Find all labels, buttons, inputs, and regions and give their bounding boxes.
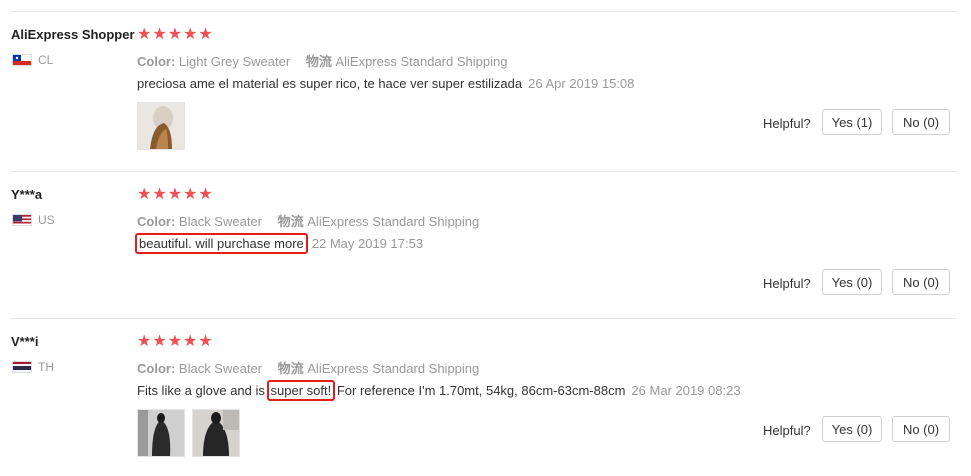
divider: [10, 318, 956, 319]
shipping-value: AliExpress Standard Shipping: [335, 54, 508, 69]
country-code: TH: [38, 360, 54, 374]
star-icon: ★: [167, 333, 183, 350]
review-text-line: Fits like a glove and is super soft! For…: [137, 380, 741, 401]
review-meta: Color: Light Grey Sweater 物流 AliExpress …: [137, 51, 507, 70]
color-value: Light Grey Sweater: [178, 54, 291, 69]
review-date: 22 May 2019 17:53: [311, 236, 424, 251]
star-icon: ★: [137, 333, 152, 350]
star-icon: ★: [152, 333, 167, 350]
helpful-label: Helpful?: [763, 276, 811, 291]
color-label: Color:: [137, 361, 176, 376]
color-label: Color:: [137, 54, 176, 69]
reviewer-country: US: [12, 213, 55, 227]
helpful-yes-button[interactable]: Yes (0): [822, 416, 882, 442]
thailand-flag-icon: [12, 361, 32, 373]
reviewer-name: V***i: [11, 334, 39, 349]
reviewer-name: Y***a: [11, 187, 43, 202]
star-icon: ★: [152, 26, 167, 43]
star-icon: ★: [137, 186, 152, 203]
review-meta: Color: Black Sweater 物流 AliExpress Stand…: [137, 211, 479, 230]
review-text: preciosa ame el material es super rico, …: [137, 76, 523, 91]
star-icon: ★: [198, 186, 213, 203]
color-label: Color:: [137, 214, 176, 229]
shipping-label: 物流: [277, 214, 304, 229]
reviewer-name: AliExpress Shopper: [11, 27, 135, 42]
review-photo[interactable]: [192, 409, 240, 457]
usa-flag-icon: [12, 214, 32, 226]
review-text: For reference I'm 1.70mt, 54kg, 86cm-63c…: [333, 383, 626, 398]
rating-stars: ★ ★ ★ ★ ★: [137, 187, 213, 203]
star-icon: ★: [183, 26, 198, 43]
rating-stars: ★ ★ ★ ★ ★: [137, 334, 213, 350]
review-photo[interactable]: [137, 102, 185, 150]
helpful-yes-button[interactable]: Yes (0): [822, 269, 882, 295]
helpful-no-button[interactable]: No (0): [892, 269, 950, 295]
reviewer-country: CL: [12, 53, 53, 67]
review-text: Fits like a glove and is: [137, 383, 269, 398]
star-icon: ★: [167, 26, 183, 43]
helpful-label: Helpful?: [763, 423, 811, 438]
review-date: 26 Mar 2019 08:23: [631, 383, 741, 398]
shipping-label: 物流: [277, 361, 304, 376]
helpful-no-button[interactable]: No (0): [892, 416, 950, 442]
country-code: CL: [38, 53, 54, 67]
divider: [10, 11, 956, 12]
star-icon: ★: [183, 333, 198, 350]
helpful-label: Helpful?: [763, 116, 811, 131]
review-photo[interactable]: [137, 409, 185, 457]
star-icon: ★: [167, 186, 183, 203]
shipping-value: AliExpress Standard Shipping: [307, 361, 480, 376]
color-value: Black Sweater: [178, 361, 262, 376]
star-icon: ★: [183, 186, 198, 203]
highlighted-review-text: super soft!: [266, 380, 336, 401]
highlighted-review-text: beautiful. will purchase more: [135, 233, 308, 254]
shipping-label: 物流: [305, 54, 332, 69]
divider: [10, 171, 956, 172]
review-text-line: beautiful. will purchase more 22 May 2019…: [135, 233, 424, 254]
star-icon: ★: [198, 26, 213, 43]
review-text-line: preciosa ame el material es super rico, …: [137, 76, 634, 91]
helpful-yes-button[interactable]: Yes (1): [822, 109, 882, 135]
review-date: 26 Apr 2019 15:08: [528, 76, 635, 91]
star-icon: ★: [137, 26, 152, 43]
reviewer-country: TH: [12, 360, 54, 374]
star-icon: ★: [152, 186, 167, 203]
review-meta: Color: Black Sweater 物流 AliExpress Stand…: [137, 358, 479, 377]
star-icon: ★: [198, 333, 213, 350]
rating-stars: ★ ★ ★ ★ ★: [137, 27, 213, 43]
chile-flag-icon: [12, 54, 32, 66]
country-code: US: [38, 213, 55, 227]
color-value: Black Sweater: [178, 214, 262, 229]
helpful-no-button[interactable]: No (0): [892, 109, 950, 135]
shipping-value: AliExpress Standard Shipping: [307, 214, 480, 229]
